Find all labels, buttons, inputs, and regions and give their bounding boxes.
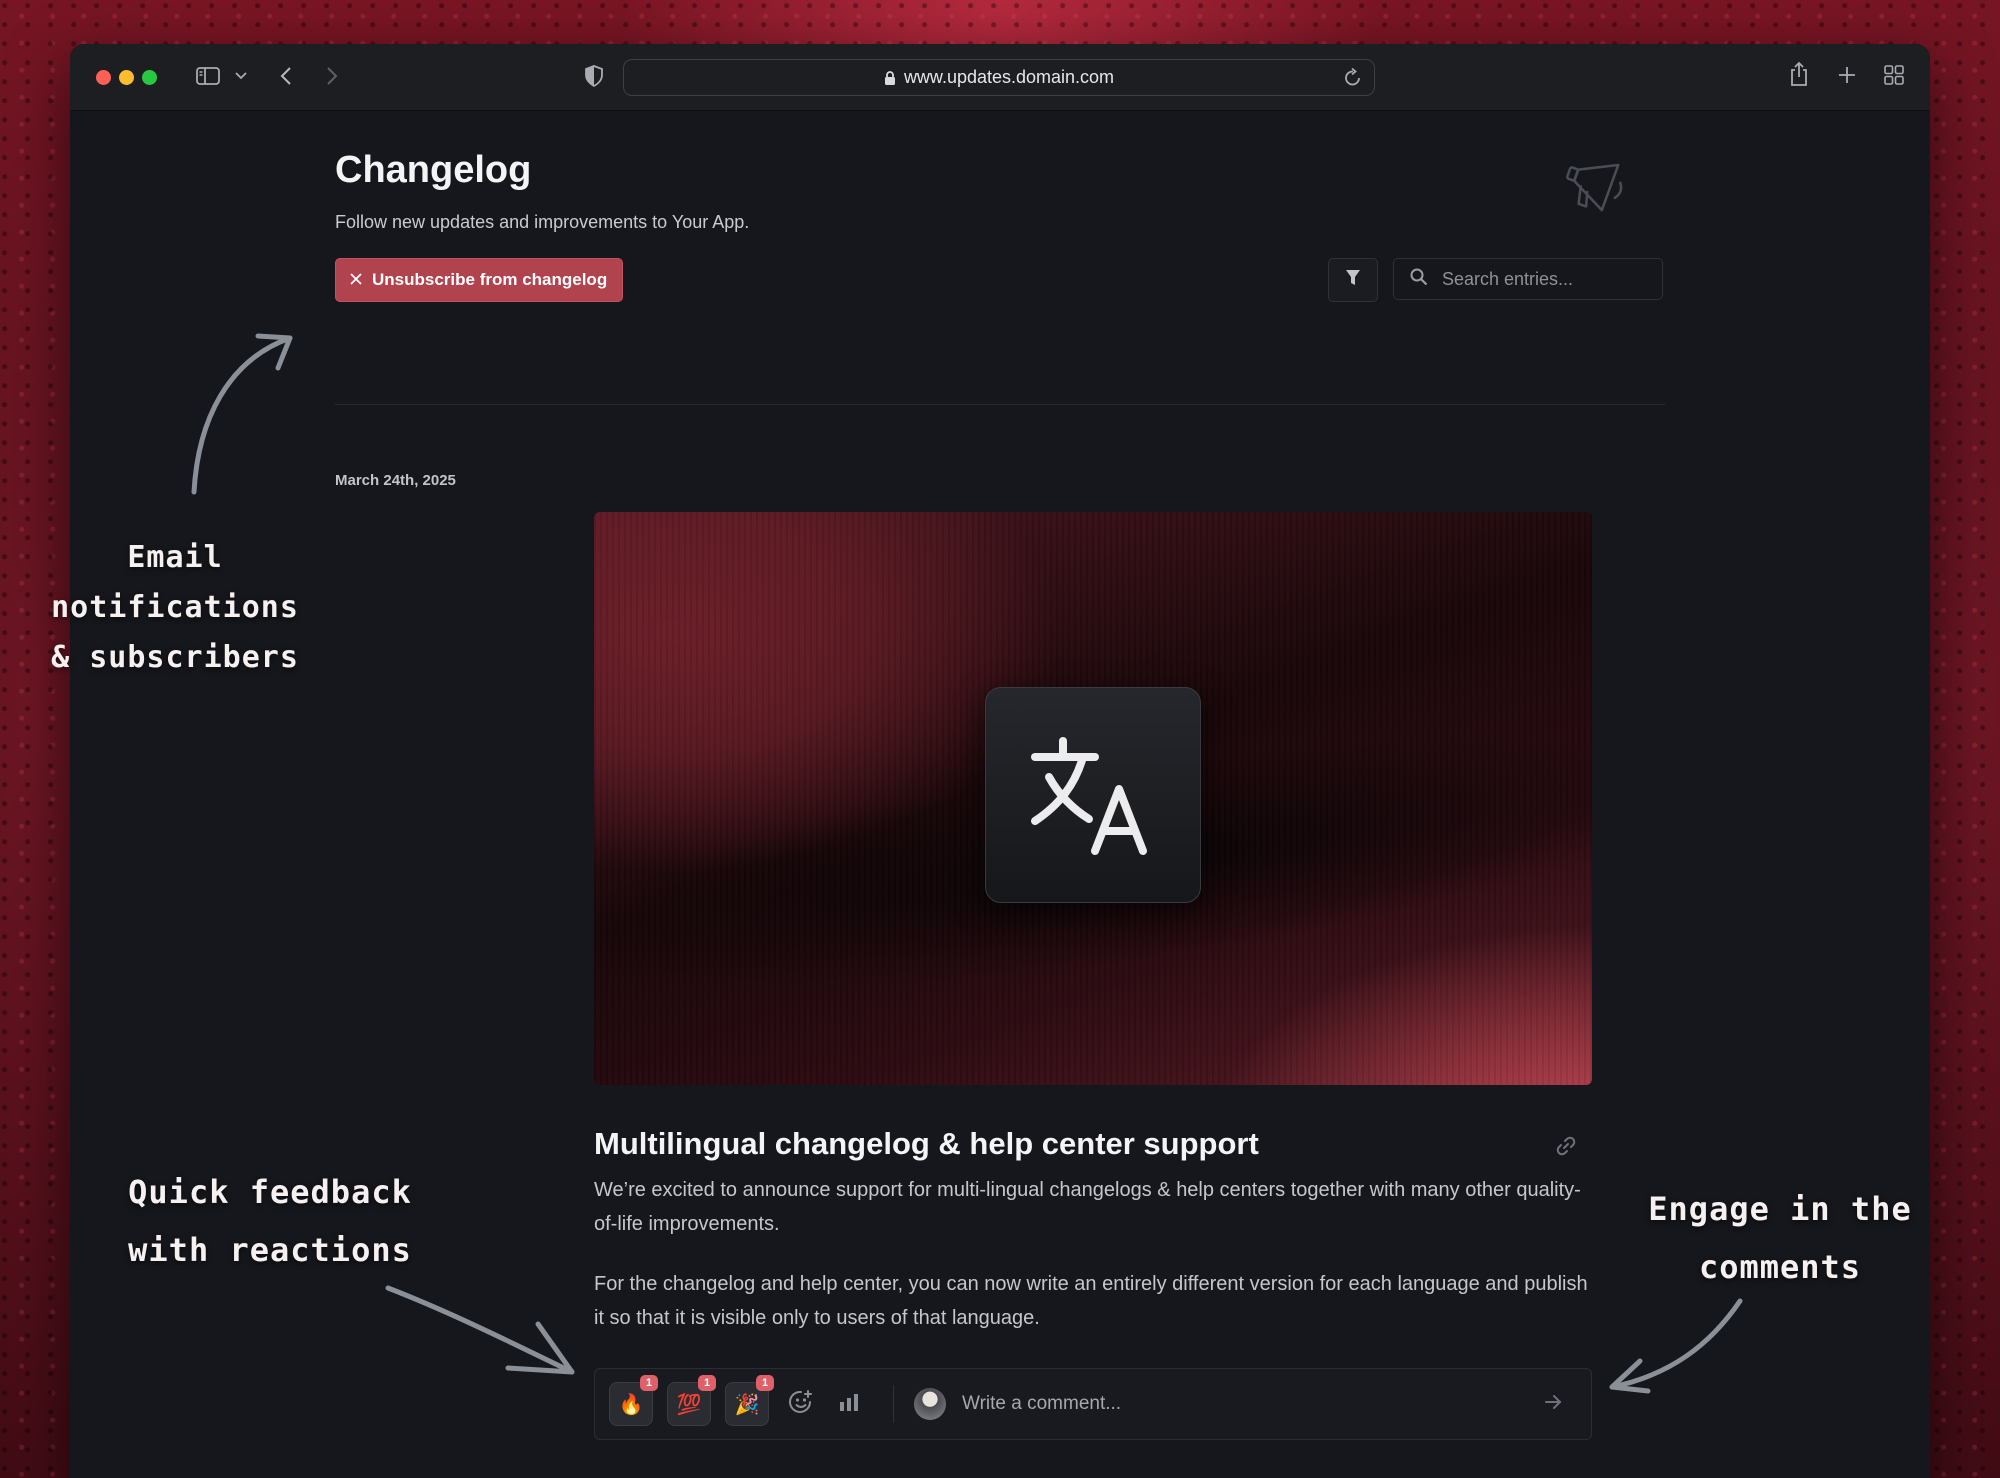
entry-paragraph: We’re excited to announce support for mu… [594,1179,1581,1235]
hundred-icon: 💯 [676,1393,702,1416]
annotation-email: Email notifications & subscribers [10,533,340,683]
entry-title: Multilingual changelog & help center sup… [594,1126,1259,1161]
annotation-reactions: Quick feedback with reactions [90,1163,450,1279]
reaction-hundred-button[interactable]: 💯 1 [667,1375,716,1426]
reaction-party-button[interactable]: 🎉 1 [725,1375,774,1426]
close-icon [350,270,362,290]
new-tab-icon[interactable] [1836,64,1858,86]
reaction-count-badge: 1 [698,1375,716,1391]
annotation-comments: Engage in the comments [1620,1180,1940,1296]
arrow-right-icon [1544,1394,1562,1415]
feedback-bar: 🔥 1 💯 1 🎉 1 [594,1368,1592,1440]
entry-cover-image [594,512,1592,1085]
bar-divider [893,1385,894,1423]
reaction-count-badge: 1 [640,1375,658,1391]
add-emoji-icon [788,1389,814,1420]
permalink-icon[interactable] [1556,1136,1576,1161]
unsubscribe-label: Unsubscribe from changelog [372,270,608,289]
reaction-fire-button[interactable]: 🔥 1 [609,1375,658,1426]
party-popper-icon: 🎉 [734,1393,760,1416]
entry-date: March 24th, 2025 [335,472,456,489]
fire-icon: 🔥 [618,1393,644,1416]
search-icon [1410,268,1428,291]
annotation-line: Email notifications [51,540,299,625]
reaction-count-badge: 1 [756,1375,774,1391]
close-window-button[interactable] [96,70,111,85]
entry-paragraph: For the changelog and help center, you c… [594,1273,1588,1329]
megaphone-icon [1560,146,1640,231]
minimize-window-button[interactable] [119,70,134,85]
search-input[interactable] [1440,267,1654,291]
search-box[interactable] [1393,258,1663,300]
page-subtitle: Follow new updates and improvements to Y… [335,212,750,232]
share-icon[interactable] [1788,60,1810,88]
annotation-line: & subscribers [51,640,299,675]
unsubscribe-button[interactable]: Unsubscribe from changelog [335,258,624,302]
annotation-line: with reactions [128,1231,412,1269]
add-reaction-button[interactable] [783,1386,819,1422]
maximize-window-button[interactable] [142,70,157,85]
filter-button[interactable] [1328,258,1378,302]
back-icon[interactable] [276,64,296,88]
annotation-arrow-up [191,333,293,495]
sidebar-toggle-icon[interactable] [194,64,222,88]
annotation-line: Engage in the [1648,1190,1912,1228]
chevron-down-icon[interactable] [234,68,248,84]
comment-input[interactable] [960,1392,1533,1416]
privacy-shield-icon[interactable] [583,64,605,88]
reload-icon[interactable] [1344,67,1362,92]
address-bar[interactable]: www.updates.domain.com [623,59,1375,96]
header-divider [335,404,1665,405]
annotation-line: Quick feedback [128,1173,412,1211]
stats-button[interactable] [831,1386,867,1422]
page-title: Changelog [335,149,532,191]
bar-chart-icon [838,1392,860,1417]
filter-icon [1345,269,1361,292]
url-text: www.updates.domain.com [903,67,1115,87]
browser-toolbar: www.updates.domain.com [70,44,1930,111]
translate-icon [985,687,1201,903]
annotation-arrow-left [1609,1298,1743,1394]
forward-icon[interactable] [322,64,342,88]
send-comment-button[interactable] [1533,1384,1573,1424]
tab-overview-icon[interactable] [1883,64,1905,86]
avatar [914,1388,946,1420]
annotation-line: comments [1698,1248,1862,1286]
annotation-arrow-right [385,1285,575,1375]
lock-icon [884,70,896,86]
